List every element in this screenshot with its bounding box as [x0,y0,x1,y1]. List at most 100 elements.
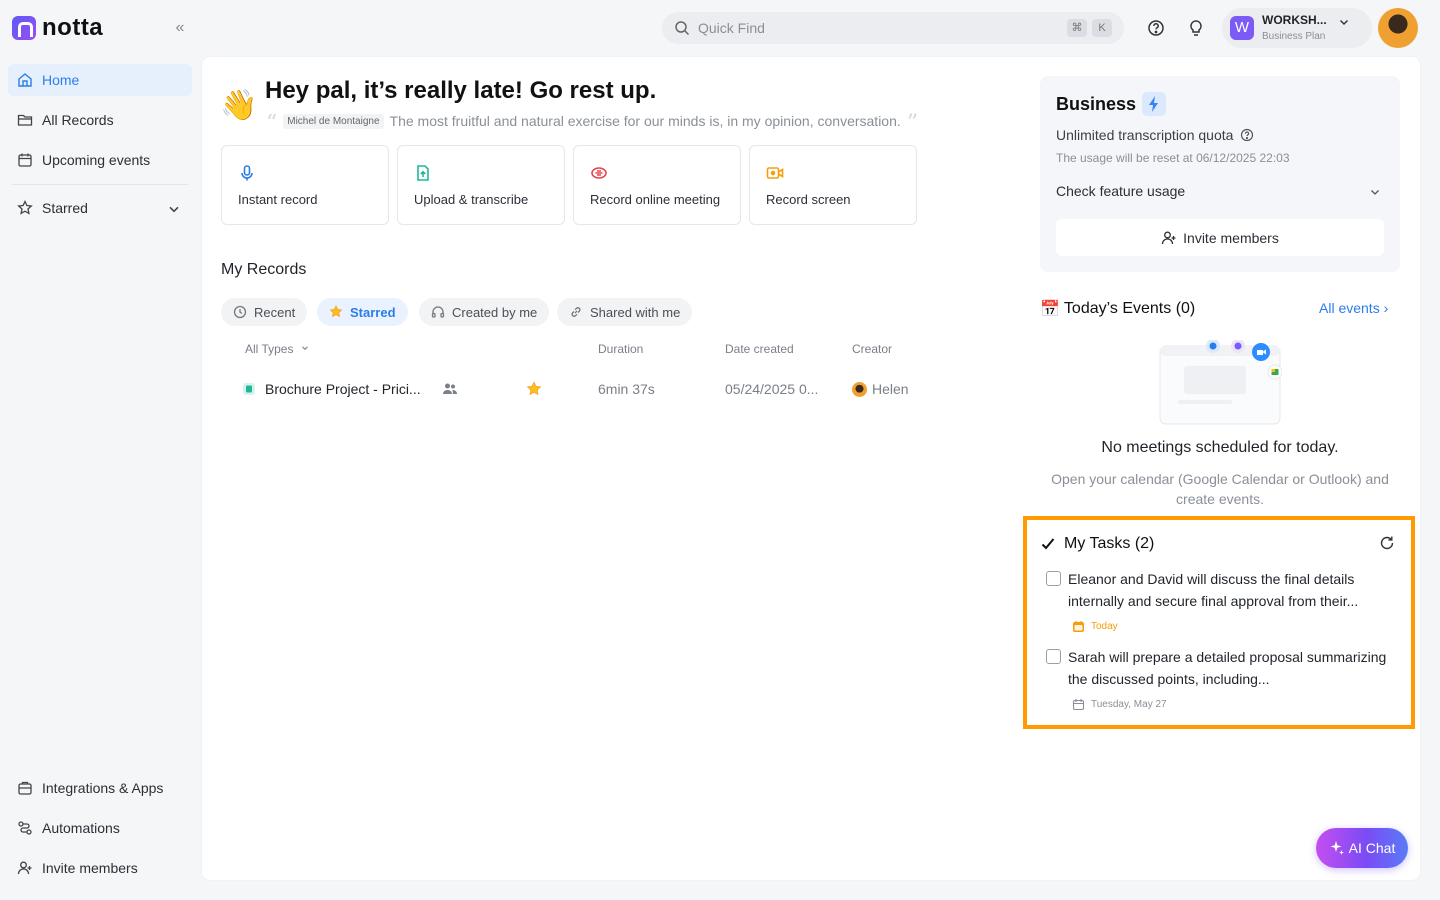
action-label: Upload & transcribe [414,192,529,207]
task-due-label: Today [1091,621,1118,632]
sidebar-item-all-records[interactable]: All Records [8,104,192,136]
tab-shared-with-me[interactable]: Shared with me [557,298,693,326]
record-screen-button[interactable]: Record screen [749,145,917,225]
mic-icon [241,165,253,181]
upload-transcribe-button[interactable]: Upload & transcribe [397,145,565,225]
chevron-down-icon [1340,20,1348,25]
notta-logo-icon [12,16,36,40]
all-events-link[interactable]: All events › [1319,300,1388,316]
events-title-text: Today’s Events (0) [1063,300,1196,317]
invite-label: Invite members [1183,229,1279,246]
help-icon[interactable] [1146,18,1166,38]
calendar-icon [1072,699,1085,711]
column-header: All Types [245,342,294,356]
record-date: 05/24/2025 0... [725,381,819,397]
screen-record-icon [766,167,784,179]
star-icon [329,305,343,318]
star-icon [17,200,33,215]
instant-record-button[interactable]: Instant record [221,145,389,225]
lightbulb-icon[interactable] [1186,18,1206,38]
my-tasks-title: My Tasks (2) [1040,535,1154,553]
shared-users-icon [443,383,457,394]
bolt-icon [1142,92,1166,116]
star-filled-icon[interactable] [526,381,542,397]
action-label: Record screen [766,192,851,207]
integrations-icon [18,781,32,795]
calendar-icon [18,153,32,167]
chevron-down-icon [301,346,308,351]
tab-starred[interactable]: Starred [317,298,408,326]
sidebar-item-upcoming-events[interactable]: Upcoming events [8,144,192,176]
sidebar-item-label: Automations [42,820,120,836]
task-checkbox[interactable] [1046,649,1061,664]
clock-icon [233,305,247,319]
record-file-icon [243,383,255,395]
sidebar-item-automations[interactable]: Automations [8,812,192,844]
workspace-avatar: W [1230,16,1254,40]
headphones-icon [431,306,445,318]
column-header-duration[interactable]: Duration [598,342,643,356]
tab-label: Created by me [452,304,538,320]
column-header-date[interactable]: Date created [725,342,794,356]
tab-created-by-me[interactable]: Created by me [419,298,550,326]
my-records-title: My Records [221,261,307,278]
sidebar-item-invite-members[interactable]: Invite members [8,852,192,884]
refresh-icon[interactable] [1379,535,1395,551]
greeting-title: Hey pal, it’s really late! Go rest up. [265,77,657,104]
workspace-name: WORKSH... [1262,13,1327,27]
sidebar-item-label: All Records [42,112,114,128]
task-text[interactable]: Sarah will prepare a detailed proposal s… [1068,646,1388,690]
quota-label: Unlimited transcription quota [1056,127,1234,143]
shortcut-key: ⌘ [1067,19,1087,37]
sparkle-icon [1330,841,1344,855]
record-name[interactable]: Brochure Project - Prici... [265,381,421,397]
sidebar-item-integrations[interactable]: Integrations & Apps [8,772,192,804]
all-types-filter[interactable]: All Types [245,342,310,356]
tab-label: Shared with me [590,304,681,320]
tasks-title-text: My Tasks (2) [1064,535,1155,552]
open-quote-icon: “ [266,111,278,136]
usage-reset-text: The usage will be reset at 06/12/2025 22… [1056,151,1290,165]
sidebar-item-label: Invite members [42,860,138,876]
column-header-creator: Creator [852,342,893,356]
calendar-today-icon [1073,621,1084,632]
link-icon [571,307,581,317]
workspace-switcher[interactable]: W WORKSH... Business Plan [1222,8,1372,48]
quota-text: Unlimited transcription quota [1056,127,1254,143]
quick-find-search[interactable]: ⌘ K [662,12,1124,44]
sidebar-item-label: Integrations & Apps [42,780,164,796]
task-due: Tuesday, May 27 [1072,698,1167,711]
home-icon [18,73,32,87]
task-text[interactable]: Eleanor and David will discuss the final… [1068,568,1388,612]
sidebar-item-home[interactable]: Home [8,64,192,96]
meeting-icon [591,167,607,179]
check-feature-usage[interactable]: Check feature usage [1056,183,1185,199]
collapse-sidebar-icon[interactable]: « [170,18,190,38]
logo-text: notta [42,14,104,41]
app-logo[interactable]: notta [12,14,103,42]
search-input[interactable] [698,20,1038,36]
invite-members-button[interactable]: Invite members [1056,219,1384,256]
close-quote-icon: ” [906,111,919,136]
task-checkbox[interactable] [1046,571,1061,586]
quote-author: Michel de Montaigne [283,113,384,129]
chevron-down-icon[interactable] [1368,185,1382,199]
ai-chat-button[interactable]: AI Chat [1316,828,1408,868]
no-meetings-subtitle: Open your calendar (Google Calendar or O… [1051,471,1389,507]
record-online-meeting-button[interactable]: Record online meeting [573,145,741,225]
calendar-illustration-icon [1159,340,1282,425]
sidebar-item-label: Home [42,72,80,88]
tab-recent[interactable]: Recent [221,298,308,326]
action-label: Record online meeting [590,192,721,207]
sidebar: notta « Home All Records Upcoming events… [0,0,200,900]
help-icon[interactable] [1240,128,1254,142]
todays-events-title: 📅 Today’s Events (0) [1040,299,1195,319]
ai-chat-label: AI Chat [1348,840,1396,856]
tab-label: Starred [350,304,396,320]
task-due: Today [1072,620,1118,633]
chevron-down-icon[interactable] [166,201,182,217]
sidebar-item-starred[interactable]: Starred [8,192,192,224]
user-avatar[interactable] [1378,8,1418,48]
sidebar-item-label: Upcoming events [42,152,151,168]
checkmark-icon [1041,538,1055,550]
